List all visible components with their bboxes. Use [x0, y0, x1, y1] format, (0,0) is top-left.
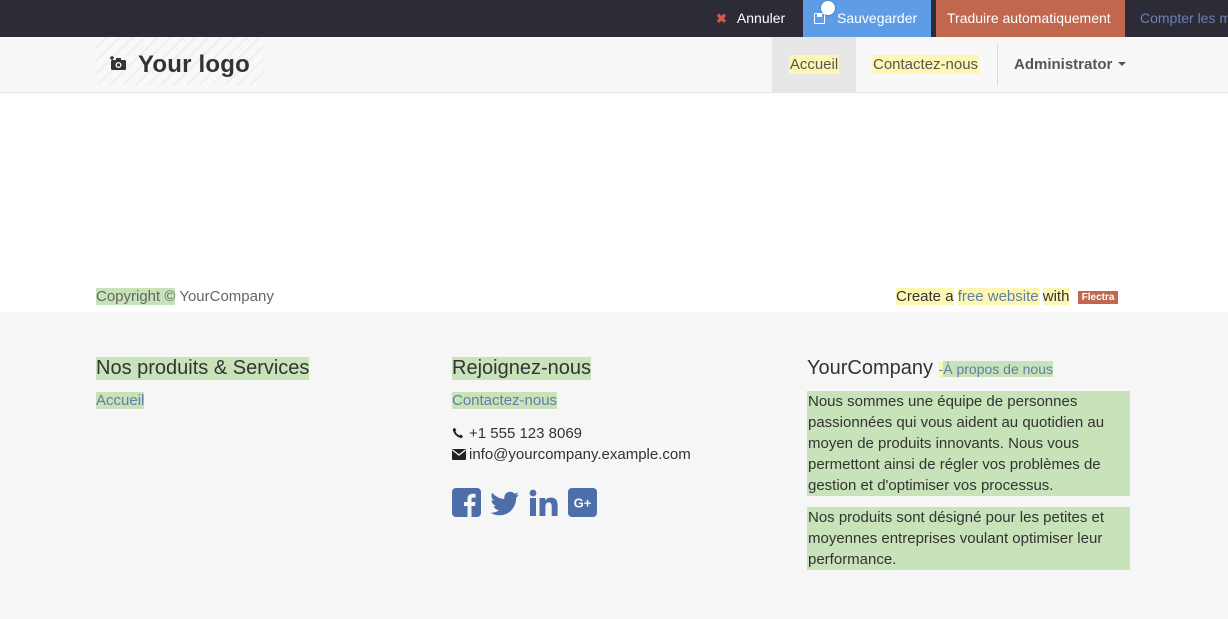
cancel-label: Annuler [736, 10, 786, 26]
footer-link-contact[interactable]: Contactez-nous [452, 392, 558, 409]
nav-item-home[interactable]: Accueil [772, 37, 856, 92]
about-us-link[interactable]: À propos de nous [943, 361, 1053, 377]
cancel-button[interactable]: ✖ Annuler [706, 0, 798, 37]
company-heading: YourCompany -À propos de nous [807, 357, 1053, 380]
linkedin-icon[interactable] [529, 488, 559, 518]
save-label: Sauvegarder [837, 10, 918, 26]
credit-create-a: Create a [896, 288, 954, 305]
envelope-icon [452, 447, 466, 464]
count-words-button[interactable]: Compter les m [1125, 0, 1228, 37]
free-website-link[interactable]: free website [957, 288, 1039, 305]
email-address[interactable]: info@yourcompany.example.com [469, 446, 691, 463]
google-plus-icon[interactable]: G+ [568, 488, 597, 518]
svg-text:G+: G+ [574, 496, 592, 511]
site-logo[interactable]: Your logo [96, 37, 264, 85]
floppy-disk-icon [814, 13, 825, 24]
logo-text: Your logo [138, 51, 251, 78]
site-header: Your logo Accueil Contactez-nous Adminis… [0, 37, 1228, 93]
site-footer: Nos produits & Services Accueil Rejoigne… [0, 312, 1228, 619]
about-paragraph-2: Nos produits sont désigné pour les petit… [807, 507, 1130, 570]
add-photo-icon [109, 55, 127, 70]
phone-icon [452, 426, 466, 443]
editor-toolbar: ✖ Annuler Sauvegarder Traduire automatiqu… [0, 0, 1228, 37]
powered-by-credit: Create a free website with Flectra [896, 288, 1119, 305]
drag-handle[interactable] [821, 1, 835, 15]
nav-divider [997, 43, 998, 86]
facebook-icon[interactable] [452, 488, 481, 518]
copyright-company: YourCompany [179, 288, 274, 305]
about-paragraph-1: Nous sommes une équipe de personnes pass… [807, 391, 1130, 496]
auto-translate-label: Traduire automatiquement [947, 10, 1111, 26]
user-menu-dropdown[interactable]: Administrator [1014, 37, 1127, 92]
copyright-notice: Copyright © YourCompany [96, 288, 274, 305]
user-menu-label: Administrator [1014, 56, 1113, 73]
company-name: YourCompany [807, 357, 934, 379]
close-icon: ✖ [716, 11, 727, 26]
email-line: info@yourcompany.example.com [452, 446, 691, 464]
join-heading: Rejoignez-nous [452, 357, 591, 380]
social-links: G+ [452, 488, 597, 518]
auto-translate-button[interactable]: Traduire automatiquement [936, 0, 1125, 37]
products-heading: Nos produits & Services [96, 357, 310, 380]
nav-item-contact[interactable]: Contactez-nous [872, 37, 980, 92]
credit-with: with [1042, 288, 1070, 305]
phone-number: +1 555 123 8069 [469, 425, 583, 442]
nav-home-label: Accueil [788, 55, 840, 74]
twitter-icon[interactable] [490, 488, 520, 518]
phone-line: +1 555 123 8069 [452, 425, 582, 443]
copyright-prefix: Copyright © [96, 288, 176, 305]
count-words-label: Compter les m [1140, 10, 1228, 26]
footer-link-home[interactable]: Accueil [96, 392, 145, 409]
nav-contact-label: Contactez-nous [872, 55, 980, 74]
flectra-brand-logo[interactable]: Flectra [1077, 291, 1119, 304]
caret-down-icon [1118, 62, 1127, 66]
